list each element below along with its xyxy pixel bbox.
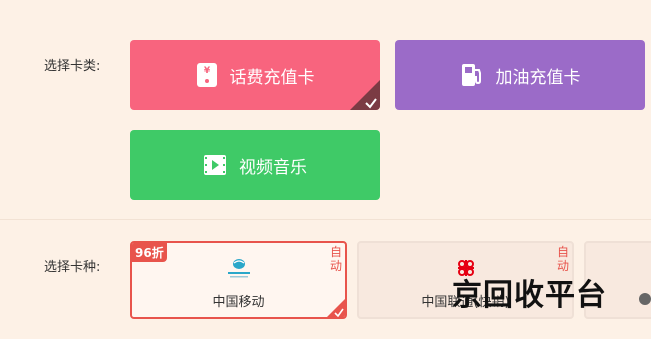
card-type-phone-recharge[interactable]: ¥ 话费充值卡: [130, 40, 380, 110]
operator-card-china-mobile[interactable]: 96折 自动 中国移动: [130, 241, 347, 319]
card-type-label-fuel: 加油充值卡: [495, 67, 581, 88]
section-divider: [0, 219, 651, 220]
discount-badge: 96折: [132, 243, 167, 262]
operator-name: 中国移动: [212, 295, 265, 310]
fuel-pump-icon: [460, 62, 484, 88]
card-type-fuel-recharge[interactable]: 加油充值卡: [395, 40, 645, 110]
card-type-label-video: 视频音乐: [239, 157, 307, 178]
watermark: 京回收平台: [452, 278, 607, 313]
card-kind-label: 选择卡种:: [44, 260, 101, 275]
phone-card-icon: ¥: [196, 62, 218, 88]
svg-text:¥: ¥: [203, 66, 210, 76]
card-type-label-phone: 话费充值卡: [229, 67, 315, 88]
check-icon: [365, 98, 377, 109]
card-type-video-music[interactable]: 视频音乐: [130, 130, 380, 200]
video-film-icon: [203, 154, 227, 176]
check-icon: [334, 308, 344, 317]
operator-logo-icon: [638, 291, 651, 310]
china-mobile-logo: [226, 257, 252, 283]
auto-tag: 自动: [556, 245, 569, 273]
auto-tag: 自动: [329, 245, 342, 273]
card-type-label: 选择卡类:: [44, 59, 101, 74]
